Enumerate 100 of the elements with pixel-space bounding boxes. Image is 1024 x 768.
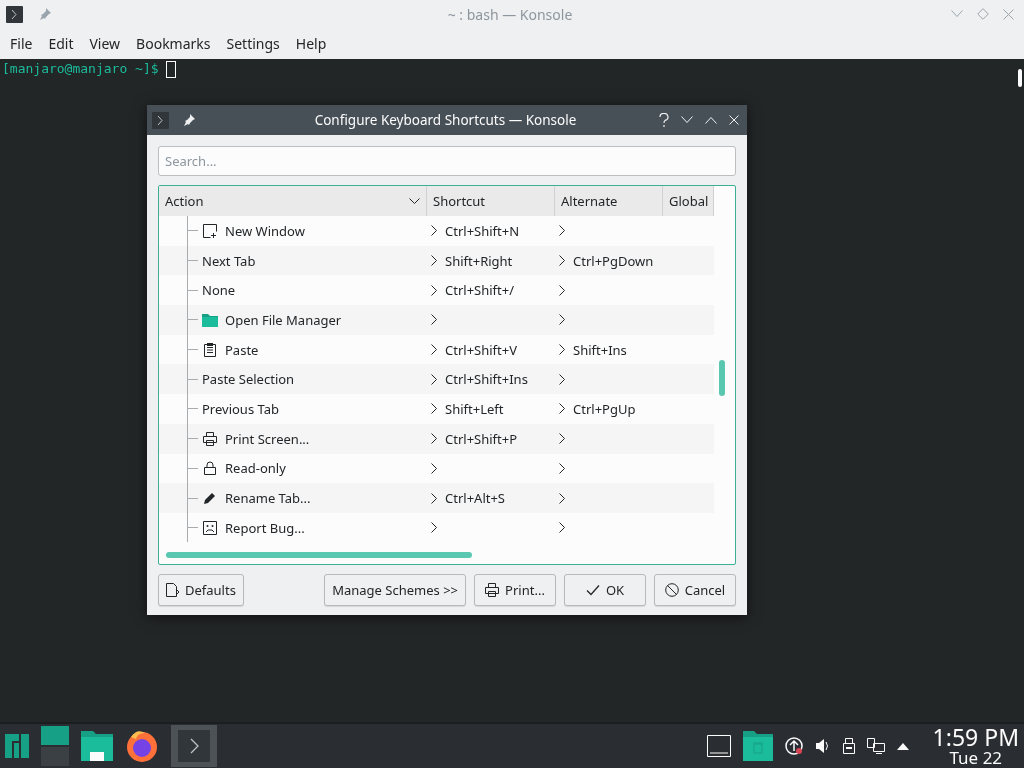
- column-header-label: Alternate: [561, 192, 618, 210]
- shortcut-text: Shift+Right: [445, 251, 513, 270]
- chevron-icon[interactable]: [431, 433, 437, 445]
- taskbar-task[interactable]: [171, 725, 217, 767]
- usb-drive-icon[interactable]: [842, 738, 855, 754]
- shortcut-text: Shift+Left: [445, 399, 504, 418]
- action-name[interactable]: Rename Tab...: [225, 489, 311, 508]
- action-name[interactable]: Paste: [225, 340, 259, 359]
- help-icon[interactable]: [659, 113, 669, 127]
- dialog-button[interactable]: Defaults: [158, 574, 244, 606]
- terminal-icon: [178, 730, 210, 762]
- chevron-icon[interactable]: [431, 344, 437, 356]
- menu-item[interactable]: File: [2, 34, 41, 53]
- pin-icon[interactable]: [183, 114, 195, 126]
- desktop-pager-icon[interactable]: [41, 726, 69, 766]
- expand-tray-icon[interactable]: [896, 742, 909, 750]
- lock-icon: [204, 461, 216, 476]
- column-header[interactable]: Shortcut: [427, 186, 555, 216]
- action-name[interactable]: Read-only: [225, 459, 286, 478]
- menu-item[interactable]: Edit: [40, 34, 82, 53]
- pencil-icon: [203, 491, 217, 506]
- shortcut-text: Ctrl+Shift+/: [445, 281, 515, 300]
- chevron-icon[interactable]: [431, 314, 437, 326]
- new-window-icon: [203, 223, 217, 238]
- clipboard-icon: [204, 342, 216, 357]
- printer-icon: [203, 431, 217, 446]
- chevron-icon[interactable]: [559, 284, 565, 296]
- browser-icon[interactable]: [125, 729, 159, 763]
- action-name[interactable]: Next Tab: [202, 251, 256, 270]
- window-title: ~ : bash — Konsole: [446, 4, 574, 24]
- shortcut-text: Shift+Ins: [573, 340, 627, 359]
- printer-icon: [485, 583, 500, 597]
- shortcut-text: Ctrl+PgUp: [573, 399, 636, 418]
- manjaro-logo-icon[interactable]: [5, 734, 29, 758]
- chevron-icon[interactable]: [559, 344, 565, 356]
- chevron-icon[interactable]: [431, 284, 437, 296]
- chevron-icon[interactable]: [431, 462, 437, 474]
- shortcut-text: Ctrl+Shift+N: [445, 221, 520, 240]
- column-header-label: Shortcut: [433, 192, 486, 210]
- dialog-button[interactable]: Cancel: [654, 574, 736, 606]
- action-name[interactable]: Report Bug...: [225, 518, 305, 537]
- scrollbar-handle[interactable]: [719, 360, 725, 396]
- chevron-icon[interactable]: [431, 403, 437, 415]
- cancel-icon: [664, 583, 679, 597]
- sort-icon[interactable]: [409, 197, 420, 205]
- chevron-icon[interactable]: [559, 522, 565, 534]
- chevron-icon[interactable]: [559, 462, 565, 474]
- chevron-icon[interactable]: [431, 373, 437, 385]
- show-desktop-icon[interactable]: [706, 735, 731, 757]
- terminal-icon: [6, 5, 23, 23]
- terminal-icon: [152, 111, 169, 129]
- search-field[interactable]: Search...: [158, 146, 736, 176]
- network-icon[interactable]: [866, 738, 885, 754]
- chevron-icon[interactable]: [559, 225, 565, 237]
- column-header[interactable]: Global: [663, 186, 714, 216]
- action-name[interactable]: Previous Tab: [202, 399, 279, 418]
- terminal-prompt: [manjaro@manjaro ~]$: [2, 61, 159, 76]
- dialog-button[interactable]: OK: [564, 574, 646, 606]
- checkmark-icon: [585, 584, 600, 596]
- picture-icon: [203, 520, 217, 535]
- scrollbar-handle[interactable]: [166, 552, 472, 558]
- shortcut-text: Ctrl+Shift+P: [445, 429, 518, 448]
- chevron-icon[interactable]: [559, 255, 565, 267]
- dialog-button[interactable]: Print...: [474, 574, 556, 606]
- chevron-icon[interactable]: [559, 314, 565, 326]
- text-cursor: [165, 61, 176, 78]
- clock-date[interactable]: Tue 22: [949, 749, 1003, 766]
- dialog-button[interactable]: Manage Schemes >>: [324, 574, 466, 606]
- chevron-icon[interactable]: [559, 373, 565, 385]
- chevron-icon[interactable]: [559, 492, 565, 504]
- action-name[interactable]: Paste Selection: [202, 370, 295, 389]
- action-name[interactable]: Open File Manager: [225, 310, 342, 329]
- volume-icon[interactable]: [814, 738, 831, 754]
- chevron-icon[interactable]: [431, 255, 437, 267]
- chevron-icon[interactable]: [431, 225, 437, 237]
- action-name[interactable]: None: [202, 281, 236, 300]
- shortcut-text: Ctrl+PgDown: [573, 251, 654, 270]
- menu-item[interactable]: Help: [287, 34, 335, 53]
- scrollbar-handle[interactable]: [1018, 69, 1022, 87]
- chevron-icon[interactable]: [431, 522, 437, 534]
- folder-icon: [202, 311, 218, 328]
- clock-time[interactable]: 1:59 PM: [932, 726, 1019, 749]
- menu-item[interactable]: View: [81, 34, 129, 53]
- shortcut-text: Ctrl+Alt+S: [445, 489, 505, 508]
- action-name[interactable]: New Window: [225, 221, 305, 240]
- dialog-title: Configure Keyboard Shortcuts — Konsole: [313, 111, 578, 129]
- chevron-icon[interactable]: [559, 433, 565, 445]
- column-header-label: Action: [165, 192, 204, 210]
- trash-folder-icon[interactable]: [742, 731, 773, 761]
- shortcut-text: Ctrl+Shift+Ins: [445, 370, 528, 389]
- column-header[interactable]: Alternate: [555, 186, 663, 216]
- chevron-icon[interactable]: [431, 492, 437, 504]
- menu-item[interactable]: Bookmarks: [128, 34, 219, 53]
- update-icon[interactable]: [784, 737, 803, 755]
- chevron-icon[interactable]: [559, 403, 565, 415]
- action-name[interactable]: Print Screen...: [225, 429, 310, 448]
- shortcut-text: Ctrl+Shift+V: [445, 340, 517, 359]
- document-icon: [166, 583, 179, 597]
- menu-item[interactable]: Settings: [218, 34, 288, 53]
- folder-icon[interactable]: [81, 731, 113, 761]
